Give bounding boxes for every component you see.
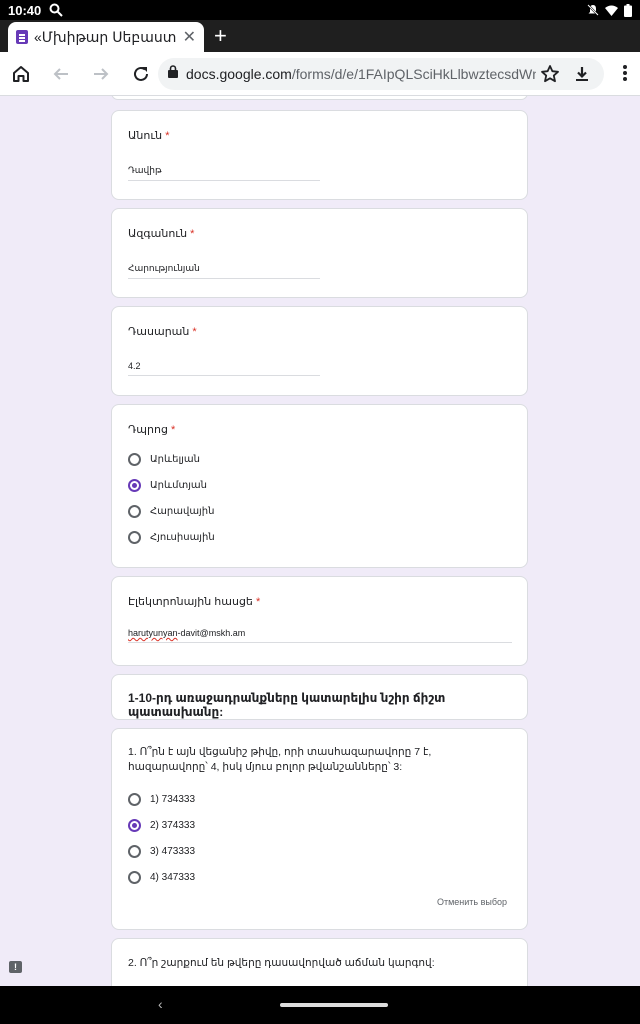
school-option[interactable]: Արևելյան	[128, 453, 200, 466]
question-title: Անուն *	[128, 130, 170, 142]
wifi-icon	[605, 5, 618, 16]
lock-icon	[168, 65, 178, 83]
question-title: Էլեկտրոնային հասցե *	[128, 596, 261, 608]
name-input[interactable]: Դավիթ	[128, 165, 320, 181]
download-icon[interactable]	[572, 64, 592, 89]
question-text: 2. Ո՞ր շարքում են թվերը դասավորված աճման…	[128, 957, 435, 969]
question-title: Ազգանուն *	[128, 228, 195, 240]
back-arrow-icon[interactable]	[42, 55, 80, 93]
radio-button[interactable]	[128, 453, 141, 466]
browser-tab[interactable]: «Մխիթար Սեբաստացի» ✕	[8, 22, 204, 52]
radio-button[interactable]	[128, 793, 141, 806]
form-content: Անուն * Դավիթ Ազգանուն * Հարությունյան Դ…	[0, 96, 640, 986]
answer-option[interactable]: 3) 473333	[128, 845, 195, 858]
search-icon	[49, 3, 63, 17]
feedback-icon[interactable]: !	[9, 961, 22, 973]
question-2: 2. Ո՞ր շարքում են թվերը դասավորված աճման…	[111, 938, 528, 986]
forms-favicon-icon	[16, 30, 28, 44]
question-surname: Ազգանուն * Հարությունյան	[111, 208, 528, 298]
question-name: Անուն * Դավիթ	[111, 110, 528, 200]
email-input[interactable]: harutyunyan-davit@mskh.am	[128, 628, 512, 643]
reload-icon[interactable]	[122, 55, 160, 93]
clear-choice-button[interactable]: Отменить выбор	[437, 897, 507, 907]
close-icon[interactable]: ✕	[183, 27, 196, 47]
answer-option[interactable]: 2) 374333	[128, 819, 195, 832]
plus-icon[interactable]: +	[214, 24, 227, 48]
browser-toolbar: docs.google.com/forms/d/e/1FAIpQLSciHkLl…	[0, 52, 640, 96]
question-title: Դասարան *	[128, 326, 197, 338]
question-school: Դպրոց * Արևելյան Արևմտյան Հարավային Հյու…	[111, 404, 528, 568]
radio-button-selected[interactable]	[128, 479, 141, 492]
more-icon[interactable]	[622, 64, 628, 87]
school-option[interactable]: Արևմտյան	[128, 479, 207, 492]
radio-button[interactable]	[128, 505, 141, 518]
class-input[interactable]: 4.2	[128, 361, 320, 376]
answer-option[interactable]: 4) 347333	[128, 871, 195, 884]
nav-back-icon[interactable]: ‹	[158, 996, 163, 1012]
url-text: docs.google.com/forms/d/e/1FAIpQLSciHkLl…	[186, 66, 536, 82]
radio-button-selected[interactable]	[128, 819, 141, 832]
url-host: docs.google.com	[186, 66, 292, 82]
radio-button[interactable]	[128, 871, 141, 884]
answer-option[interactable]: 1) 734333	[128, 793, 195, 806]
home-pill[interactable]	[280, 1003, 388, 1007]
radio-button[interactable]	[128, 531, 141, 544]
school-option[interactable]: Հյուսիսային	[128, 531, 215, 544]
battery-icon	[624, 3, 632, 17]
question-text: 1. Ո՞րն է այն վեցանիշ թիվը, որի տասհազար…	[128, 746, 432, 773]
status-bar: 10:40	[0, 0, 640, 20]
section-header: 1-10-րդ առաջադրանքները կատարելիս նշիր ճի…	[111, 674, 528, 720]
surname-input[interactable]: Հարությունյան	[128, 263, 320, 279]
previous-card	[111, 96, 528, 100]
school-option[interactable]: Հարավային	[128, 505, 214, 518]
home-icon[interactable]	[2, 55, 40, 93]
question-email: Էլեկտրոնային հասցե * harutyunyan-davit@m…	[111, 576, 528, 666]
mute-icon	[587, 4, 599, 16]
forward-arrow-icon[interactable]	[82, 55, 120, 93]
radio-button[interactable]	[128, 845, 141, 858]
url-path: /forms/d/e/1FAIpQLSciHkLlbwztecsdWntS	[291, 66, 536, 82]
question-title: Դպրոց *	[128, 424, 176, 436]
tab-title: «Մխիթար Սեբաստացի»	[34, 28, 177, 45]
navigation-bar: ‹	[0, 986, 640, 1024]
question-1: 1. Ո՞րն է այն վեցանիշ թիվը, որի տասհազար…	[111, 728, 528, 930]
section-title: 1-10-րդ առաջադրանքները կատարելիս նշիր ճի…	[128, 691, 446, 719]
star-icon[interactable]	[540, 64, 560, 89]
status-time: 10:40	[8, 2, 42, 18]
question-class: Դասարան * 4.2	[111, 306, 528, 396]
address-bar[interactable]: docs.google.com/forms/d/e/1FAIpQLSciHkLl…	[158, 58, 604, 90]
tab-strip: «Մխիթար Սեբաստացի» ✕ +	[0, 20, 640, 52]
